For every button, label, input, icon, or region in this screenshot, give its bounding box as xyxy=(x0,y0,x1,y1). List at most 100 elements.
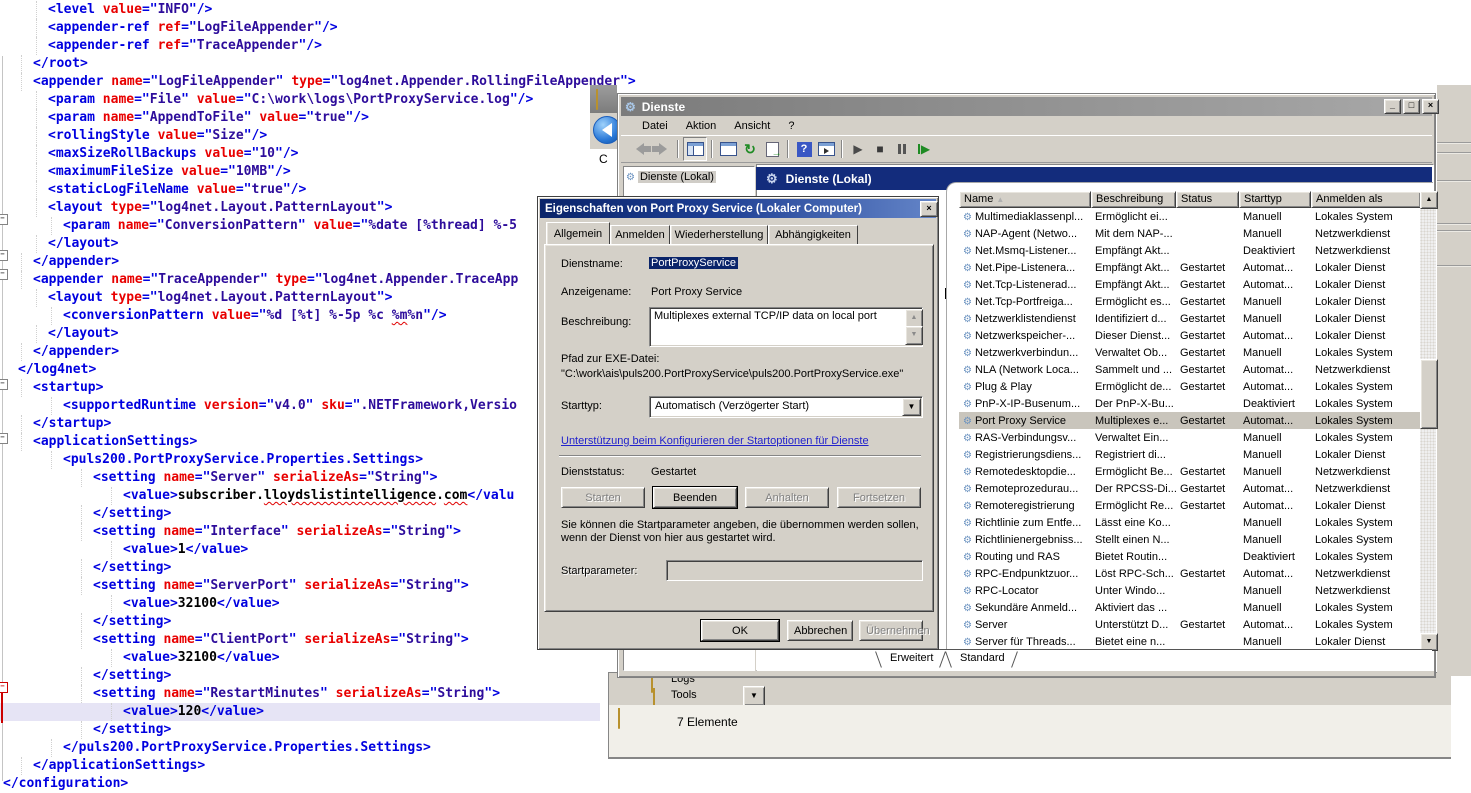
back-icon[interactable] xyxy=(629,138,651,160)
service-row[interactable]: ⚙Netzwerkspeicher-...Dieser Dienst...Ges… xyxy=(959,327,1421,344)
code-line[interactable]: <appender name="LogFileAppender" type="l… xyxy=(0,73,1471,91)
starten-button[interactable]: Starten xyxy=(561,487,645,508)
column-header-starttyp[interactable]: Starttyp xyxy=(1239,191,1311,208)
scrollbar-thumb[interactable] xyxy=(1420,359,1438,429)
fold-toggle-icon[interactable]: − xyxy=(0,214,8,225)
forward-icon[interactable] xyxy=(651,138,673,160)
service-row[interactable]: ⚙Port Proxy ServiceMultiplexes e...Gesta… xyxy=(959,412,1421,429)
minimize-button[interactable]: _ xyxy=(1384,99,1401,114)
service-row[interactable]: ⚙Richtlinienergebniss...Stellt einen N..… xyxy=(959,531,1421,548)
tab-abhaengigkeiten[interactable]: Abhängigkeiten xyxy=(768,225,858,245)
anhalten-button[interactable]: Anhalten xyxy=(745,487,829,508)
service-row[interactable]: ⚙Net.Msmq-Listener...Empfängt Akt...Deak… xyxy=(959,242,1421,259)
code-line[interactable]: </configuration> xyxy=(0,775,1471,793)
beschreibung-textarea[interactable]: Multiplexes external TCP/IP data on loca… xyxy=(649,307,923,347)
folder-item-label[interactable]: Tools xyxy=(671,689,697,701)
dialog-close-icon[interactable]: × xyxy=(920,201,938,217)
fortsetzen-button[interactable]: Fortsetzen xyxy=(837,487,921,508)
combobox-dropdown-icon[interactable]: ▼ xyxy=(902,398,921,416)
fold-toggle-icon[interactable]: − xyxy=(0,269,8,280)
restart-service-icon[interactable]: ▶ xyxy=(913,138,935,160)
service-row[interactable]: ⚙NAP-Agent (Netwo...Mit dem NAP-...Manue… xyxy=(959,225,1421,242)
fold-toggle-icon[interactable]: − xyxy=(0,379,8,390)
maximize-button[interactable]: □ xyxy=(1403,99,1420,114)
service-row[interactable]: ⚙RPC-Endpunktzuor...Löst RPC-Sch...Gesta… xyxy=(959,565,1421,582)
stop-service-icon[interactable]: ■ xyxy=(869,138,891,160)
column-header-name[interactable]: Name ▲ xyxy=(959,191,1091,208)
service-row[interactable]: ⚙Net.Tcp-Portfreiga...Ermöglicht es...Ge… xyxy=(959,293,1421,310)
service-row[interactable]: ⚙Remoteprozedurau...Der RPCSS-Di...Gesta… xyxy=(959,480,1421,497)
changed-lines-marker xyxy=(1,692,3,723)
startparameter-hint: Sie können die Startparameter angeben, d… xyxy=(561,519,933,545)
service-row[interactable]: ⚙RAS-Verbindungsv...Verwaltet Ein...Manu… xyxy=(959,429,1421,446)
tab-erweitert[interactable]: Erweitert xyxy=(890,652,933,664)
code-line[interactable]: <appender-ref ref="TraceAppender"/> xyxy=(0,37,1471,55)
export-list-icon[interactable] xyxy=(761,138,783,160)
tab-page-allgemein xyxy=(544,244,934,612)
window-controls: _ □ × xyxy=(1382,99,1439,114)
code-line[interactable]: </root> xyxy=(0,55,1471,73)
properties-icon[interactable] xyxy=(717,138,739,160)
dialog-titlebar[interactable]: Eigenschaften von Port Proxy Service (Lo… xyxy=(540,199,936,218)
column-header-status[interactable]: Status xyxy=(1176,191,1239,208)
scroll-up-icon[interactable]: ▲ xyxy=(1420,191,1438,209)
tab-wiederherstellung[interactable]: Wiederherstellung xyxy=(670,225,768,245)
service-row[interactable]: ⚙Sekundäre Anmeld...Aktiviert das ...Man… xyxy=(959,599,1421,616)
fold-toggle-icon[interactable]: − xyxy=(0,250,8,261)
service-row[interactable]: ⚙Net.Pipe-Listenera...Empfängt Akt...Ges… xyxy=(959,259,1421,276)
dropdown-button[interactable]: ▼ xyxy=(743,686,765,706)
dienstname-value[interactable]: PortProxyService xyxy=(649,257,738,269)
service-row[interactable]: ⚙Multimediaklassenpl...Ermöglicht ei...M… xyxy=(959,208,1421,225)
service-row[interactable]: ⚙Server für Threads...Bietet eine n...Ma… xyxy=(959,633,1421,650)
menu-ansicht[interactable]: Ansicht xyxy=(725,118,779,134)
tab-anmelden[interactable]: Anmelden xyxy=(610,225,670,245)
startparameter-input[interactable] xyxy=(666,560,923,581)
service-row[interactable]: ⚙Registrierungsdiens...Registriert di...… xyxy=(959,446,1421,463)
column-header-beschreibung[interactable]: Beschreibung xyxy=(1091,191,1176,208)
help-icon[interactable]: ? xyxy=(793,138,815,160)
service-row[interactable]: ⚙Routing und RASBietet Routin...Deaktivi… xyxy=(959,548,1421,565)
close-button[interactable]: × xyxy=(1422,99,1439,114)
service-row[interactable]: ⚙NetzwerklistendienstIdentifiziert d...G… xyxy=(959,310,1421,327)
service-row[interactable]: ⚙NLA (Network Loca...Sammelt und ...Gest… xyxy=(959,361,1421,378)
service-row[interactable]: ⚙Richtlinie zum Entfe...Lässt eine Ko...… xyxy=(959,514,1421,531)
beenden-button[interactable]: Beenden xyxy=(653,487,737,508)
tab-standard[interactable]: Standard xyxy=(960,652,1005,664)
column-header-anmelden-als[interactable]: Anmelden als xyxy=(1311,191,1421,208)
services-titlebar[interactable]: ⚙ Dienste xyxy=(621,97,1432,116)
starttyp-combobox[interactable]: Automatisch (Verzögerter Start) ▼ xyxy=(649,396,923,418)
show-description-icon[interactable] xyxy=(815,138,837,160)
ok-button[interactable]: OK xyxy=(701,620,779,641)
abbrechen-button[interactable]: Abbrechen xyxy=(787,620,853,641)
refresh-icon[interactable]: ↻ xyxy=(739,138,761,160)
properties-dialog: Eigenschaften von Port Proxy Service (Lo… xyxy=(537,196,939,650)
menu-hilfe[interactable]: ? xyxy=(779,118,803,134)
menu-datei[interactable]: Datei xyxy=(633,118,677,134)
service-row[interactable]: ⚙RemoteregistrierungErmöglicht Re...Gest… xyxy=(959,497,1421,514)
service-row[interactable]: ⚙Plug & PlayErmöglicht de...GestartetAut… xyxy=(959,378,1421,395)
fold-toggle-icon[interactable]: − xyxy=(0,433,8,444)
service-gear-icon: ⚙ xyxy=(963,501,972,512)
service-row[interactable]: ⚙PnP-X-IP-Busenum...Der PnP-X-Bu...Deakt… xyxy=(959,395,1421,412)
services-table[interactable]: ⚙Multimediaklassenpl...Ermöglicht ei...M… xyxy=(959,208,1421,650)
service-row[interactable]: ⚙RPC-LocatorUnter Windo...ManuellNetzwer… xyxy=(959,582,1421,599)
pause-service-icon[interactable] xyxy=(891,138,913,160)
start-service-icon[interactable]: ▶ xyxy=(847,138,869,160)
tab-allgemein[interactable]: Allgemein xyxy=(546,222,610,245)
uebernehmen-button[interactable]: Übernehmen xyxy=(859,620,923,641)
code-line[interactable]: <level value="INFO"/> xyxy=(0,1,1471,19)
service-row[interactable]: ⚙ServerUnterstützt D...GestartetAutomat.… xyxy=(959,616,1421,633)
service-row[interactable]: ⚙Net.Tcp-Listenerad...Empfängt Akt...Ges… xyxy=(959,276,1421,293)
explorer-titlebar-fragment xyxy=(590,85,617,113)
tree-item-dienste-lokal[interactable]: ⚙ Dienste (Lokal) xyxy=(626,171,752,183)
scroll-down-icon[interactable]: ▼ xyxy=(905,326,923,345)
menu-aktion[interactable]: Aktion xyxy=(677,118,726,134)
service-row[interactable]: ⚙Remotedesktopdie...Ermöglicht Be...Gest… xyxy=(959,463,1421,480)
code-line[interactable]: </applicationSettings> xyxy=(0,757,1471,775)
toolbar: ↻ ? ▶ ■ ▶ xyxy=(621,136,1432,163)
code-line[interactable]: <appender-ref ref="LogFileAppender"/> xyxy=(0,19,1471,37)
service-row[interactable]: ⚙Netzwerkverbindun...Verwaltet Ob...Gest… xyxy=(959,344,1421,361)
show-console-tree-icon[interactable] xyxy=(683,137,707,161)
textarea-scrollbar[interactable]: ▲ ▼ xyxy=(905,309,921,345)
startoptionen-link[interactable]: Unterstützung beim Konfigurieren der Sta… xyxy=(561,435,869,447)
